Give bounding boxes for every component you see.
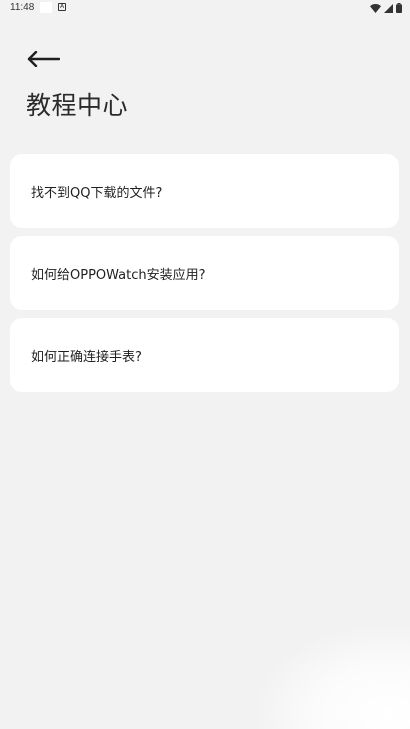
tutorial-item-label: 如何给OPPOWatch安装应用? <box>31 267 206 283</box>
arrow-left-icon <box>27 51 60 67</box>
status-bar: 11:48 A <box>0 0 410 18</box>
tutorial-item-label: 找不到QQ下载的文件? <box>31 185 163 201</box>
status-time: 11:48 <box>10 2 35 13</box>
wifi-icon <box>370 3 381 13</box>
page-title: 教程中心 <box>26 91 129 120</box>
signal-icon <box>384 3 393 13</box>
back-button[interactable] <box>26 44 66 74</box>
battery-icon <box>396 3 402 13</box>
tutorial-item-label: 如何正确连接手表? <box>31 349 142 365</box>
status-icons <box>370 3 402 13</box>
tutorial-item-qq-files[interactable]: 找不到QQ下载的文件? <box>10 154 399 228</box>
bottom-glow <box>260 629 410 729</box>
tutorial-item-connect-watch[interactable]: 如何正确连接手表? <box>10 318 399 392</box>
notification-icon: A <box>58 3 66 11</box>
tutorial-item-install-apps[interactable]: 如何给OPPOWatch安装应用? <box>10 236 399 310</box>
status-placeholder-block <box>40 2 52 13</box>
